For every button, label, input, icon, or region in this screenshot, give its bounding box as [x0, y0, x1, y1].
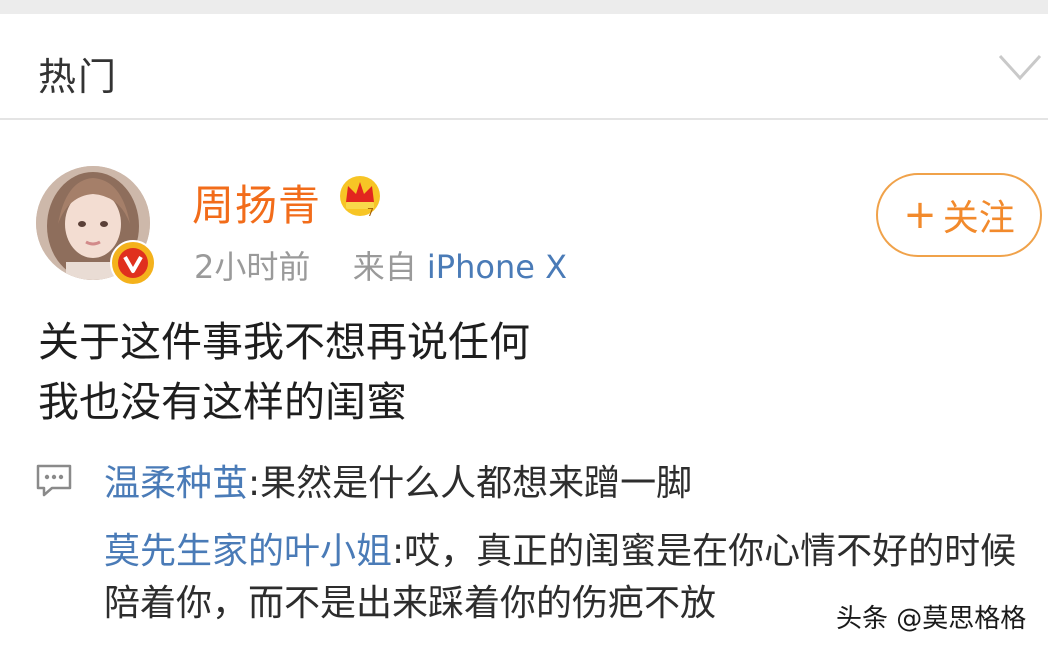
- svg-text:7: 7: [367, 206, 374, 219]
- crown-icon[interactable]: 7: [336, 172, 384, 220]
- comment-icon: [36, 464, 72, 497]
- source-prefix: 来自: [352, 248, 417, 286]
- section-header: 热门: [0, 14, 1048, 120]
- comment-text: :果然是什么人都想来蹭一脚: [248, 463, 693, 504]
- section-title: 热门: [38, 55, 119, 99]
- post-line: 我也没有这样的闺蜜: [38, 378, 407, 426]
- post-body: 关于这件事我不想再说任何 我也没有这样的闺蜜: [38, 312, 530, 432]
- watermark: 头条 @莫思格格: [836, 604, 1027, 634]
- plus-icon: +: [903, 192, 937, 238]
- chevron-down-icon[interactable]: [996, 50, 1044, 84]
- verified-v-icon: [110, 240, 156, 286]
- comment-item: 温柔种茧:果然是什么人都想来蹭一脚: [104, 458, 692, 510]
- follow-label: 关注: [942, 198, 1015, 239]
- status-strip: [0, 0, 1048, 14]
- post-time: 2小时前: [194, 248, 311, 286]
- post-line: 关于这件事我不想再说任何: [38, 318, 530, 366]
- avatar[interactable]: [36, 166, 156, 286]
- comment-nick[interactable]: 温柔种茧: [104, 463, 248, 504]
- source-link[interactable]: iPhone X: [427, 248, 567, 286]
- author-name[interactable]: 周扬青: [192, 172, 321, 233]
- comment-nick[interactable]: 莫先生家的叶小姐: [104, 531, 392, 572]
- post-meta: 2小时前 来自 iPhone X: [194, 242, 567, 288]
- post-card: 周扬青 7 2小时前 来自 iPhone X + 关注 关于这件事我不想再说任何…: [0, 122, 1048, 652]
- follow-button[interactable]: + 关注: [876, 173, 1042, 257]
